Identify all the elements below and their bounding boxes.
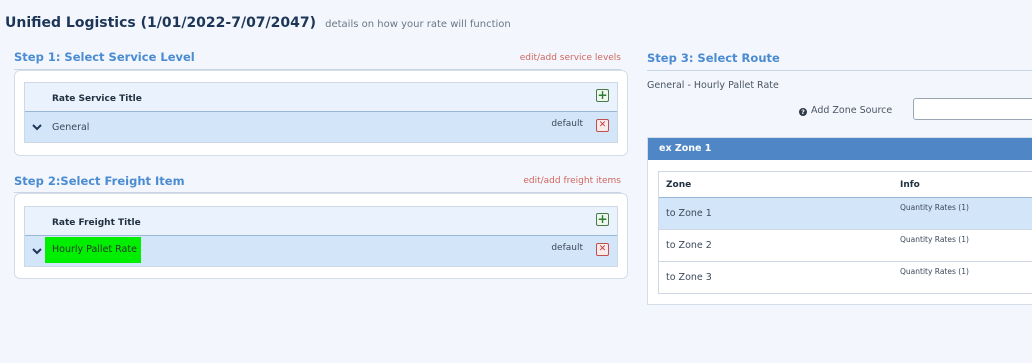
zone-column-header: Zone (666, 180, 692, 190)
table-row[interactable]: General default ✕ (25, 112, 617, 142)
zone-source-input[interactable] (913, 98, 1032, 120)
zone-info[interactable]: Quantity Rates (1) (900, 235, 969, 244)
service-level-table-header: Rate Service Title + (25, 83, 617, 112)
chevron-down-icon[interactable] (31, 245, 43, 257)
table-row[interactable]: to Zone 1 Quantity Rates (1) (659, 198, 1032, 230)
rate-freight-title-header: Rate Freight Title (52, 218, 141, 228)
chevron-down-icon[interactable] (31, 121, 43, 133)
zone-name[interactable]: to Zone 1 (666, 208, 712, 219)
delete-service-level-button[interactable]: ✕ (596, 119, 609, 132)
route-name: General - Hourly Pallet Rate (647, 80, 779, 91)
step2-title: Step 2:Select Freight Item (14, 174, 185, 188)
step1-title: Step 1: Select Service Level (14, 50, 195, 64)
add-freight-item-button[interactable]: + (596, 213, 609, 226)
zone-name[interactable]: to Zone 3 (666, 272, 712, 283)
freight-item-table-header: Rate Freight Title + (25, 207, 617, 236)
page-header: Unified Logistics (1/01/2022-7/07/2047) … (5, 12, 511, 31)
zone-source-label: Add Zone Source (811, 105, 893, 116)
edit-freight-items-link[interactable]: edit/add freight items (523, 176, 621, 186)
question-circle-icon: ? (799, 108, 807, 116)
step3-title: Step 3: Select Route (647, 51, 780, 65)
rate-service-title-header: Rate Service Title (52, 94, 142, 104)
info-column-header: Info (900, 180, 920, 190)
default-label: default (551, 243, 583, 253)
freight-item-panel: Rate Freight Title + Hourly Pallet Rate … (14, 193, 628, 279)
add-service-level-button[interactable]: + (596, 89, 609, 102)
default-label: default (551, 119, 583, 129)
table-row[interactable]: to Zone 2 Quantity Rates (1) (659, 230, 1032, 262)
service-level-panel: Rate Service Title + General default ✕ (14, 70, 628, 156)
zone-info[interactable]: Quantity Rates (1) (900, 267, 969, 276)
zone-info[interactable]: Quantity Rates (1) (900, 203, 969, 212)
delete-freight-item-button[interactable]: ✕ (596, 243, 609, 256)
zone-table: Zone Info to Zone 1 Quantity Rates (1) t… (658, 171, 1032, 294)
table-row[interactable]: to Zone 3 Quantity Rates (1) (659, 262, 1032, 294)
zone-panel: ex Zone 1 Zone Info to Zone 1 Quantity R… (647, 137, 1032, 305)
table-row[interactable]: Hourly Pallet Rate default ✕ (25, 236, 617, 266)
freight-item-table: Rate Freight Title + Hourly Pallet Rate … (24, 206, 618, 267)
zone-panel-title: ex Zone 1 (648, 138, 1032, 160)
step3-divider (647, 70, 1032, 71)
service-level-table: Rate Service Title + General default ✕ (24, 82, 618, 143)
edit-service-levels-link[interactable]: edit/add service levels (520, 53, 621, 63)
page-title: Unified Logistics (1/01/2022-7/07/2047) (5, 15, 317, 31)
freight-item-name[interactable]: Hourly Pallet Rate (45, 237, 141, 263)
page-subtitle: details on how your rate will function (325, 19, 511, 30)
zone-table-header: Zone Info (659, 172, 1032, 198)
zone-name[interactable]: to Zone 2 (666, 240, 712, 251)
service-level-name[interactable]: General (52, 122, 89, 133)
